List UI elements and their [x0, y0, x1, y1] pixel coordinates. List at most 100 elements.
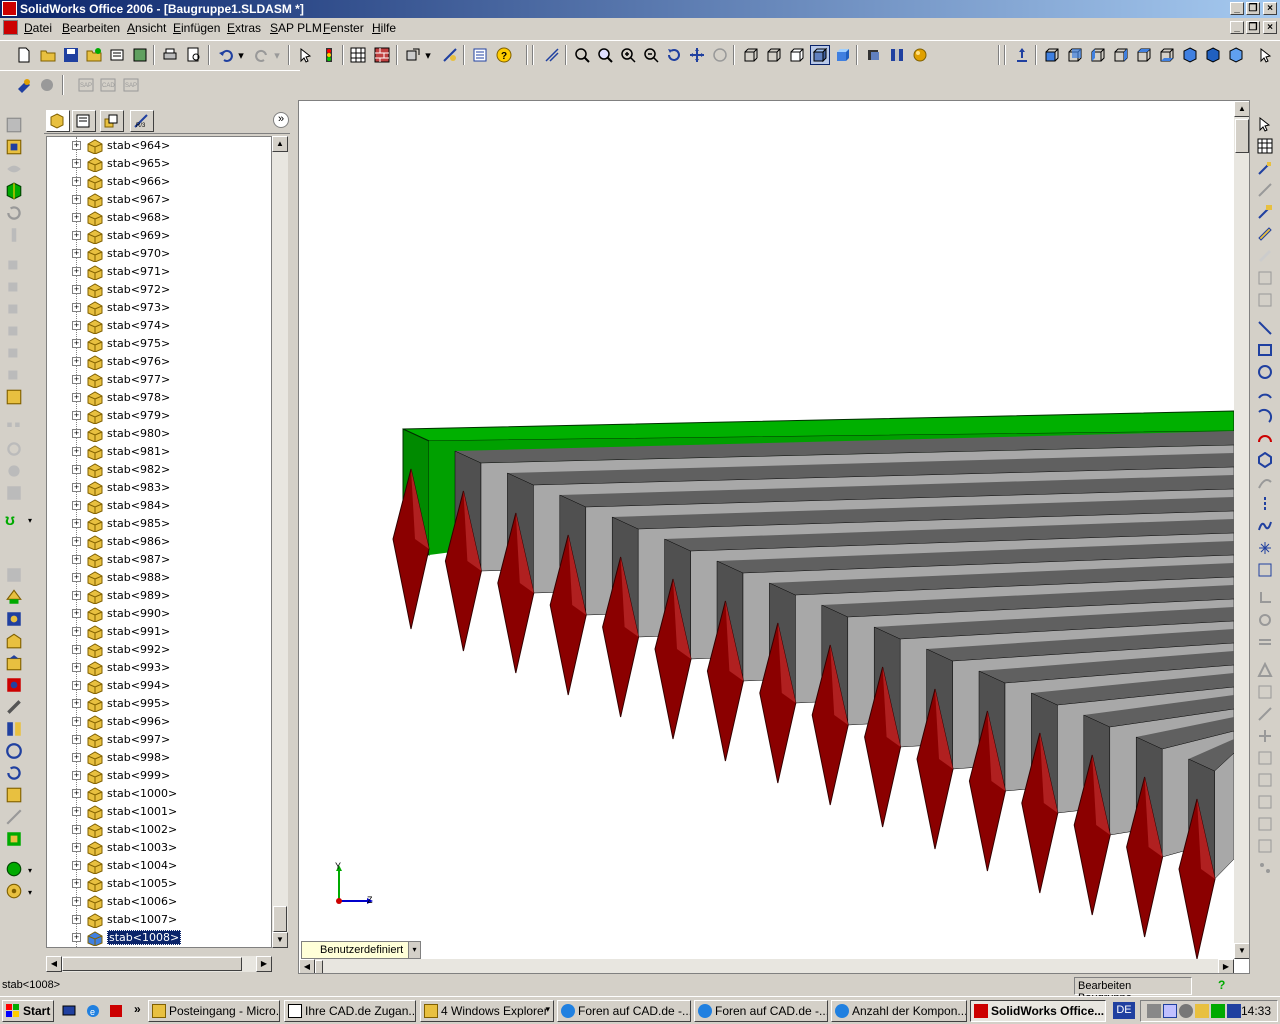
- expand-icon[interactable]: +: [72, 897, 81, 906]
- scroll-up-button[interactable]: ▲: [272, 136, 288, 152]
- appearance-dropdown-icon[interactable]: ▾: [28, 866, 32, 875]
- tree-node[interactable]: + stab<979>: [47, 407, 271, 425]
- tree-node[interactable]: + stab<984>: [47, 497, 271, 515]
- assembly-item-7-icon[interactable]: [5, 720, 23, 738]
- shadows-icon[interactable]: [864, 45, 884, 65]
- tree-node[interactable]: + stab<988>: [47, 569, 271, 587]
- pan-icon[interactable]: [687, 45, 707, 65]
- expand-icon[interactable]: +: [72, 177, 81, 186]
- wireframe-icon[interactable]: [741, 45, 761, 65]
- tree-node[interactable]: + stab<969>: [47, 227, 271, 245]
- tree-node[interactable]: + stab<995>: [47, 695, 271, 713]
- expand-icon[interactable]: +: [72, 375, 81, 384]
- pattern-icon[interactable]: [5, 344, 23, 362]
- smart-dimension-icon[interactable]: [1257, 226, 1273, 242]
- expand-icon[interactable]: +: [72, 825, 81, 834]
- expand-icon[interactable]: +: [72, 591, 81, 600]
- brick-icon[interactable]: [372, 45, 392, 65]
- relation-tool-9-icon[interactable]: [1257, 772, 1273, 788]
- assembly-feature-icon[interactable]: [5, 388, 23, 406]
- arc-icon[interactable]: [1257, 386, 1273, 402]
- zoom-selection-icon[interactable]: [641, 45, 661, 65]
- task-solidworks[interactable]: SolidWorks Office...: [970, 1000, 1106, 1022]
- view-scroll-up-button[interactable]: ▲: [1234, 101, 1249, 117]
- expand-icon[interactable]: +: [72, 627, 81, 636]
- tree-node[interactable]: + stab<966>: [47, 173, 271, 191]
- ie-icon[interactable]: e: [86, 1004, 100, 1018]
- expand-icon[interactable]: +: [72, 861, 81, 870]
- task-component-count[interactable]: Anzahl der Kompon...: [831, 1000, 967, 1022]
- assembly-model[interactable]: [299, 101, 1234, 959]
- menu-bearbeiten[interactable]: Bearbeiten: [62, 21, 120, 35]
- hidden-lines-removed-icon[interactable]: [787, 45, 807, 65]
- rebuild-icon[interactable]: [319, 45, 339, 65]
- expand-icon[interactable]: +: [72, 879, 81, 888]
- menu-sap-plm[interactable]: SAP PLM: [270, 21, 322, 35]
- relation-tool-3-icon[interactable]: [1257, 634, 1273, 650]
- view-scroll-right-button[interactable]: ▶: [1218, 959, 1234, 973]
- scroll-right-button[interactable]: ▶: [256, 956, 272, 972]
- 3point-arc-icon[interactable]: [1257, 430, 1273, 446]
- expand-icon[interactable]: +: [72, 303, 81, 312]
- expand-icon[interactable]: +: [72, 573, 81, 582]
- tray-icon-3[interactable]: [1179, 1004, 1193, 1018]
- start-button[interactable]: Start: [2, 1000, 54, 1022]
- expand-icon[interactable]: +: [72, 249, 81, 258]
- expand-icon[interactable]: +: [72, 735, 81, 744]
- explode-view-icon[interactable]: [5, 256, 23, 274]
- tree-node[interactable]: + stab<996>: [47, 713, 271, 731]
- linear-pattern-icon[interactable]: [5, 418, 23, 436]
- view-hscroll-thumb[interactable]: [315, 960, 323, 973]
- expand-icon[interactable]: +: [72, 159, 81, 168]
- assembly-item-2-icon[interactable]: [5, 610, 23, 628]
- view-scroll-left-button[interactable]: ◀: [299, 959, 315, 973]
- rotate-view-icon[interactable]: [664, 45, 684, 65]
- assembly-item-5-icon[interactable]: [5, 676, 23, 694]
- task-cad-forum-2[interactable]: Foren auf CAD.de -...: [694, 1000, 828, 1022]
- help-icon[interactable]: ?: [494, 45, 514, 65]
- tree-node[interactable]: + stab<1003>: [47, 839, 271, 857]
- point-icon[interactable]: [1257, 540, 1273, 556]
- close-button[interactable]: ×: [1263, 2, 1277, 15]
- tree-node[interactable]: + stab<1006>: [47, 893, 271, 911]
- expand-icon[interactable]: +: [72, 213, 81, 222]
- zoom-to-fit-icon[interactable]: [572, 45, 592, 65]
- tree-node[interactable]: + stab<964>: [47, 137, 271, 155]
- make-assembly-icon[interactable]: [84, 45, 104, 65]
- tree-node[interactable]: + stab<983>: [47, 479, 271, 497]
- restore-button[interactable]: ❐: [1246, 2, 1260, 15]
- tree-node[interactable]: + stab<989>: [47, 587, 271, 605]
- tree-node[interactable]: + stab<970>: [47, 245, 271, 263]
- relation-tool-1-icon[interactable]: [1257, 590, 1273, 606]
- tree-node[interactable]: + stab<990>: [47, 605, 271, 623]
- desktop-icon[interactable]: [62, 1004, 76, 1018]
- tree-node[interactable]: + stab<992>: [47, 641, 271, 659]
- isometric-view-icon[interactable]: [1180, 45, 1200, 65]
- shaded-icon[interactable]: [833, 45, 853, 65]
- text-sketch-icon[interactable]: [1257, 562, 1273, 578]
- assembly-item-6-icon[interactable]: [5, 698, 23, 716]
- open-icon[interactable]: [38, 45, 58, 65]
- undo-icon[interactable]: [216, 45, 236, 65]
- tree-node[interactable]: + stab<985>: [47, 515, 271, 533]
- doc-restore-button[interactable]: ❐: [1246, 21, 1260, 34]
- explode-line-icon[interactable]: [5, 278, 23, 296]
- expand-icon[interactable]: +: [72, 195, 81, 204]
- expand-icon[interactable]: +: [72, 465, 81, 474]
- rotate-component-icon[interactable]: [5, 204, 23, 222]
- back-view-icon[interactable]: [1065, 45, 1085, 65]
- tree-node[interactable]: + stab<987>: [47, 551, 271, 569]
- expand-icon[interactable]: +: [72, 609, 81, 618]
- expand-icon[interactable]: +: [72, 267, 81, 276]
- tree-node[interactable]: + stab<974>: [47, 317, 271, 335]
- select-icon[interactable]: [296, 45, 316, 65]
- view-orientation-combo[interactable]: Benutzerdefiniert ▾: [301, 941, 421, 959]
- tree-node[interactable]: + stab<998>: [47, 749, 271, 767]
- polygon-icon[interactable]: [1257, 452, 1273, 468]
- tree-node[interactable]: + stab<999>: [47, 767, 271, 785]
- menu-hilfe[interactable]: Hilfe: [372, 21, 396, 35]
- expand-icon[interactable]: +: [72, 933, 81, 942]
- shaded-with-edges-icon[interactable]: [810, 45, 830, 65]
- relation-tool-4-icon[interactable]: [1257, 662, 1273, 678]
- redo-dropdown-icon[interactable]: ▾: [272, 45, 282, 65]
